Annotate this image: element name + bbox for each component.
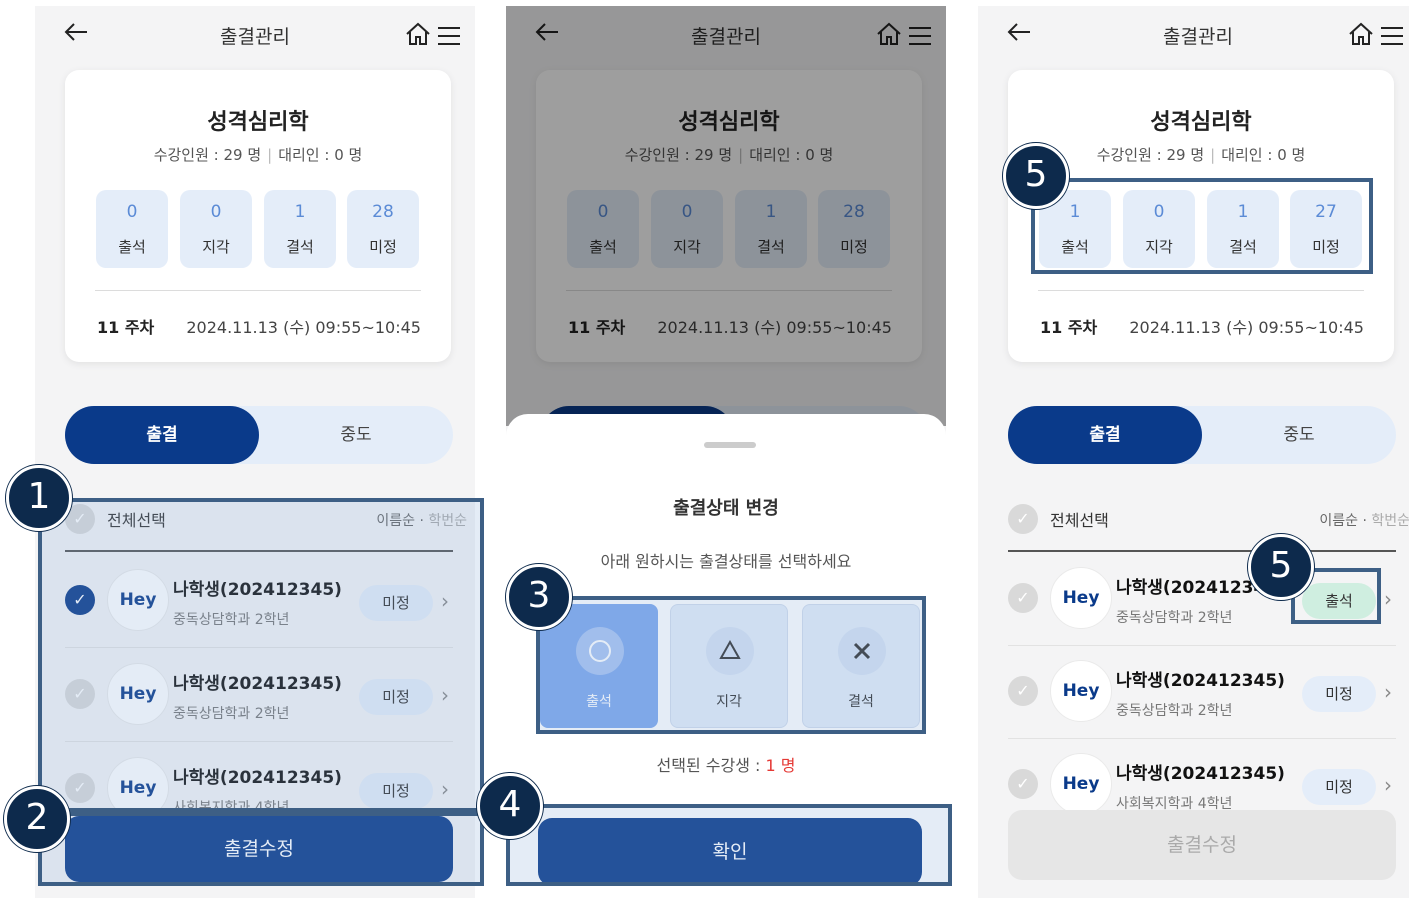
sheet-handle[interactable] — [704, 442, 756, 448]
enrollment-info: 수강인원 : 29 명 | 대리인 : 0 명 — [153, 146, 363, 164]
week-label: 11 주차 — [1040, 318, 1098, 337]
home-icon[interactable] — [405, 22, 431, 50]
class-datetime: 2024.11.13 (수) 09:55~10:45 — [1129, 318, 1364, 337]
screen-attendance-updated: 출결관리 성격심리학 수강인원 : 29 명 | 대리인 : 0 명 1 출석 0 지각… — [978, 6, 1409, 898]
tab-attendance[interactable]: 출결 — [1008, 406, 1202, 464]
modify-attendance-button[interactable]: 출결수정 — [1008, 810, 1396, 880]
student-name: 나학생(20241234 — [1116, 578, 1266, 598]
sheet-description: 아래 원하시는 출결상태를 선택하세요 — [600, 552, 852, 571]
highlight-stat-boxes — [1031, 178, 1373, 274]
card-divider — [1038, 290, 1364, 291]
avatar: Hey — [1050, 567, 1112, 629]
avatar: Hey — [1050, 753, 1112, 815]
stat-undecided: 28 미정 — [347, 190, 419, 268]
screen-status-sheet: 출결관리 성격심리학 수강인원 : 29 명 | 대리인 : 0 명 0 출석 0 지각… — [506, 6, 946, 898]
student-name: 나학생(202412345) — [1116, 764, 1285, 784]
highlight-modify-button — [38, 812, 484, 886]
sort-by-id[interactable]: 학번순 — [1371, 513, 1409, 529]
stat-label: 결석 — [286, 238, 314, 256]
tab-switch: 출결 중도 — [1008, 406, 1396, 464]
step-marker-5: 5 — [1003, 143, 1069, 209]
card-divider — [95, 290, 421, 291]
stat-label: 지각 — [202, 238, 230, 256]
step-marker-1: 1 — [6, 465, 72, 531]
selected-count: 선택된 수강생 : 1 명 — [506, 752, 946, 776]
hamburger-menu-icon[interactable] — [1380, 26, 1404, 50]
tab-midway[interactable]: 중도 — [1202, 406, 1396, 464]
chevron-right-icon[interactable]: › — [1384, 587, 1392, 611]
proxy-count: 대리인 : 0 명 — [278, 146, 363, 164]
sheet-title: 출결상태 변경 — [673, 498, 779, 519]
highlight-confirm-button — [506, 804, 952, 886]
student-name: 나학생(202412345) — [1116, 671, 1285, 691]
chevron-right-icon[interactable]: › — [1384, 680, 1392, 704]
app-header: 출결관리 — [978, 6, 1409, 66]
check-icon[interactable]: ✓ — [1008, 583, 1038, 613]
course-summary-card: 성격심리학 수강인원 : 29 명 | 대리인 : 0 명 0 출석 0 지각 1 결석 … — [65, 70, 451, 362]
student-dept: 중독상담학과 2학년 — [1116, 610, 1233, 626]
enrolled-count: 수강인원 : 29 명 — [153, 146, 262, 164]
tab-midway[interactable]: 중도 — [259, 406, 453, 464]
avatar: Hey — [1050, 660, 1112, 722]
tab-attendance[interactable]: 출결 — [65, 406, 259, 464]
home-icon[interactable] — [1348, 22, 1374, 50]
stat-value: 0 — [126, 202, 138, 222]
course-name: 성격심리학 — [1150, 110, 1252, 135]
stat-label: 출석 — [118, 238, 146, 256]
proxy-count: 대리인 : 0 명 — [1221, 146, 1306, 164]
select-all-label: 전체선택 — [1050, 511, 1109, 530]
status-badge[interactable]: 미정 — [1302, 769, 1376, 805]
class-datetime: 2024.11.13 (수) 09:55~10:45 — [186, 318, 421, 337]
course-name: 성격심리학 — [207, 110, 309, 135]
tab-switch: 출결 중도 — [65, 406, 453, 464]
stat-value: 0 — [210, 202, 222, 222]
stat-present: 0 출석 — [96, 190, 168, 268]
student-row[interactable]: ✓ Hey 나학생(202412345) 중독상담학과 2학년 미정 › — [1008, 644, 1396, 739]
page-title: 출결관리 — [1163, 26, 1233, 48]
app-header: 출결관리 — [35, 6, 475, 66]
sort-options: 이름순 · 학번순 — [1319, 510, 1409, 530]
highlight-student-list — [38, 498, 484, 812]
sort-separator: · — [1362, 513, 1367, 529]
modal-overlay[interactable] — [506, 6, 946, 426]
check-icon[interactable]: ✓ — [1008, 769, 1038, 799]
hamburger-menu-icon[interactable] — [437, 26, 461, 50]
check-icon[interactable]: ✓ — [1008, 504, 1038, 534]
chevron-right-icon[interactable]: › — [1384, 773, 1392, 797]
student-dept: 중독상담학과 2학년 — [1116, 703, 1233, 719]
status-badge[interactable]: 미정 — [1302, 676, 1376, 712]
sort-by-name[interactable]: 이름순 — [1319, 513, 1358, 529]
step-marker-2: 2 — [4, 786, 70, 852]
stat-late: 0 지각 — [180, 190, 252, 268]
selected-count-label: 선택된 수강생 : — [656, 756, 766, 775]
enrolled-count: 수강인원 : 29 명 — [1096, 146, 1205, 164]
stat-value: 1 — [294, 202, 306, 222]
stat-label: 미정 — [369, 238, 397, 256]
selected-count-value: 1 명 — [765, 756, 796, 775]
step-marker-5b: 5 — [1248, 534, 1314, 600]
highlight-status-options — [536, 596, 926, 734]
stat-absent: 1 결석 — [264, 190, 336, 268]
week-label: 11 주차 — [97, 318, 155, 337]
step-marker-4: 4 — [477, 773, 543, 839]
select-all[interactable]: ✓ 전체선택 — [1008, 504, 1109, 534]
stat-value: 28 — [372, 202, 394, 222]
check-icon[interactable]: ✓ — [1008, 676, 1038, 706]
step-marker-3: 3 — [506, 564, 572, 630]
